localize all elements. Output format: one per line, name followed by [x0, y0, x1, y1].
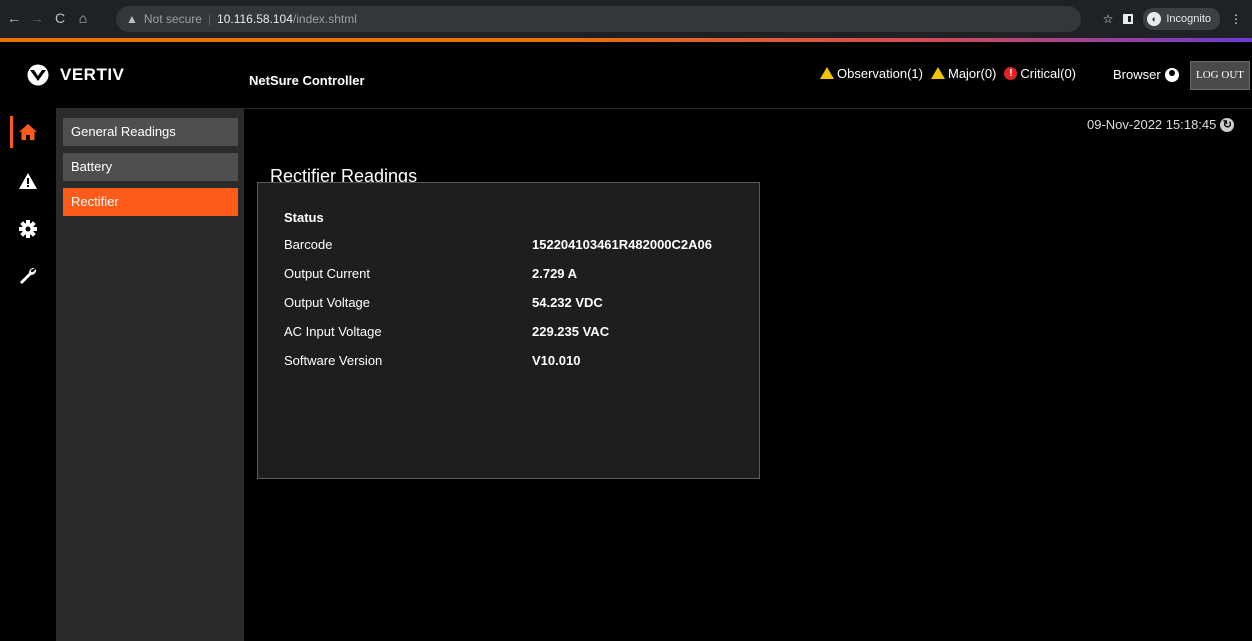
forward-arrow-icon[interactable]: → [29, 9, 45, 27]
reload-icon[interactable]: C [52, 9, 68, 27]
submenu-item-rectifier[interactable]: Rectifier [63, 188, 238, 216]
reading-value: 54.232 VDC [532, 295, 603, 310]
reading-row: Barcode 152204103461R482000C2A06 [284, 237, 744, 255]
reading-row: Software Version V10.010 [284, 353, 744, 371]
reading-value: 152204103461R482000C2A06 [532, 237, 712, 252]
reading-label: Software Version [284, 353, 383, 368]
nav-alarms[interactable] [0, 161, 56, 201]
browser-actions: ☆ ◐ Incognito ⋮ [1103, 8, 1242, 30]
refresh-icon[interactable]: ↻ [1220, 117, 1235, 132]
warning-triangle-icon [820, 66, 834, 79]
rectifier-status-card: Status Barcode 152204103461R482000C2A06 … [257, 182, 760, 479]
main-nav-rail [0, 108, 56, 641]
reading-row: Output Voltage 54.232 VDC [284, 295, 744, 313]
major-alarm[interactable]: Major(0) [930, 66, 997, 81]
observation-alarm-label: Observation(1) [837, 66, 923, 81]
incognito-label: Incognito [1166, 13, 1211, 25]
critical-alert-icon: ! [1004, 67, 1018, 80]
alarm-icon [19, 173, 37, 189]
nav-maintenance[interactable] [0, 256, 56, 296]
url-path: /index.shtml [292, 12, 357, 26]
url-host: 10.116.58.104 [217, 12, 293, 26]
readings-submenu: General Readings Battery Rectifier [56, 108, 244, 641]
user-account-icon [1164, 67, 1179, 82]
vertiv-logo: VERTIV [24, 64, 124, 86]
side-panel-icon[interactable] [1123, 14, 1134, 24]
incognito-badge[interactable]: ◐ Incognito [1143, 8, 1220, 30]
warning-triangle-icon [930, 66, 945, 79]
user-name: Browser [1113, 67, 1161, 82]
logout-button[interactable]: LOG OUT [1190, 61, 1250, 90]
bookmark-star-icon[interactable]: ☆ [1103, 12, 1114, 26]
card-heading: Status [284, 210, 324, 225]
reading-label: Barcode [284, 237, 333, 252]
submenu-item-battery[interactable]: Battery [63, 153, 238, 181]
reading-row: Output Current 2.729 A [284, 266, 744, 284]
reading-label: AC Input Voltage [284, 324, 382, 339]
submenu-item-general-readings[interactable]: General Readings [63, 118, 238, 146]
home-icon [19, 124, 37, 140]
critical-alarm-label: Critical(0) [1020, 66, 1077, 81]
major-alarm-label: Major(0) [947, 66, 997, 81]
reading-value: 2.729 A [532, 266, 578, 281]
reading-row: AC Input Voltage 229.235 VAC [284, 324, 744, 342]
settings-gear-icon [19, 220, 37, 238]
security-label: Not secure [143, 12, 202, 26]
user-menu[interactable]: Browser [1113, 67, 1179, 82]
nav-home[interactable] [0, 112, 56, 152]
address-separator: | [207, 12, 212, 26]
brand-name: VERTIV [60, 65, 125, 84]
address-bar[interactable]: ▲ Not secure | 10.116.58.104/index.shtml [116, 6, 1081, 32]
back-arrow-icon[interactable]: ← [6, 9, 22, 27]
not-secure-warning-icon: ▲ [126, 12, 138, 26]
reading-value: 229.235 VAC [532, 324, 610, 339]
reading-value: V10.010 [532, 353, 581, 368]
wrench-icon [20, 267, 37, 284]
observation-alarm[interactable]: Observation(1) [820, 66, 923, 81]
product-title: NetSure Controller [249, 73, 365, 88]
alarm-summary: Observation(1) Major(0) ! Critical(0) [820, 66, 1076, 81]
reading-label: Output Voltage [284, 295, 371, 310]
incognito-icon: ◐ [1147, 12, 1162, 26]
browser-menu-icon[interactable]: ⋮ [1230, 12, 1242, 26]
vertiv-logo-mark-icon [27, 64, 49, 86]
reading-label: Output Current [284, 266, 370, 281]
nav-settings[interactable] [0, 209, 56, 249]
browser-toolbar: ← → C ⌂ ▲ Not secure | 10.116.58.104/index.… [0, 0, 1252, 38]
critical-alarm[interactable]: ! Critical(0) [1004, 66, 1076, 81]
current-datetime: 09-Nov-2022 15:18:45 ↻ [1087, 117, 1235, 132]
home-browser-icon[interactable]: ⌂ [75, 9, 91, 27]
datetime-text: 09-Nov-2022 15:18:45 [1087, 117, 1217, 132]
app-header: VERTIV NetSure Controller Observation(1)… [0, 42, 1252, 109]
